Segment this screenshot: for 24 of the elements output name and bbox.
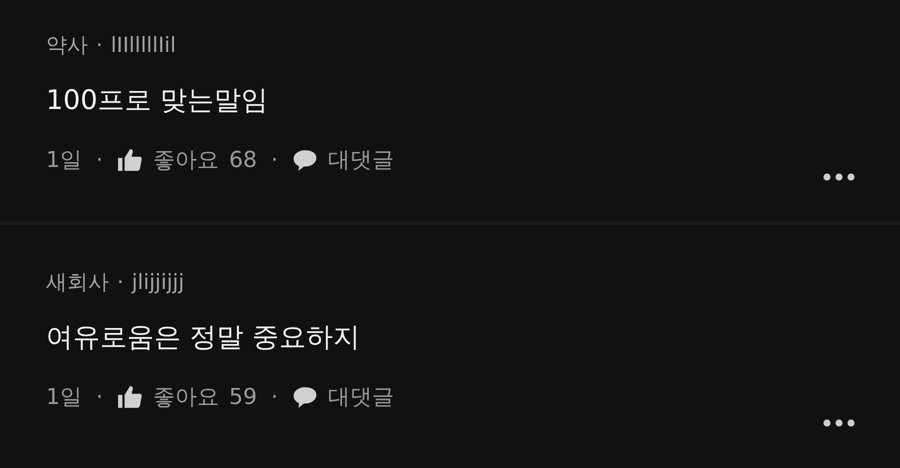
- more-options-icon[interactable]: [822, 418, 856, 428]
- like-label[interactable]: 좋아요: [153, 382, 219, 412]
- reply-link[interactable]: 대댓글: [328, 145, 394, 175]
- separator-dot: ·: [117, 270, 124, 294]
- user-handle: lIIlllllIil: [110, 33, 176, 57]
- comment-text: 100프로 맞는말임: [46, 84, 270, 118]
- separator-dot: ·: [271, 148, 278, 172]
- separator-dot: ·: [96, 148, 103, 172]
- like-label[interactable]: 좋아요: [153, 145, 219, 175]
- like-count: 59: [229, 384, 257, 410]
- reply-link[interactable]: 대댓글: [328, 382, 394, 412]
- comment-time: 1일: [46, 384, 82, 412]
- comment-text: 여유로움은 정말 중요하지: [46, 321, 362, 355]
- like-count: 68: [229, 148, 257, 172]
- comment-time: 1일: [46, 147, 82, 175]
- user-handle: jlijjijjj: [132, 270, 184, 294]
- author-name: 새회사: [46, 269, 109, 296]
- thumbs-up-icon[interactable]: [117, 147, 143, 173]
- separator-dot: ·: [96, 384, 103, 410]
- more-options-icon[interactable]: [822, 172, 856, 182]
- separator-dot: ·: [96, 33, 103, 57]
- separator-dot: ·: [271, 384, 278, 410]
- thumbs-up-icon[interactable]: [117, 384, 143, 410]
- author-name: 약사: [46, 32, 88, 59]
